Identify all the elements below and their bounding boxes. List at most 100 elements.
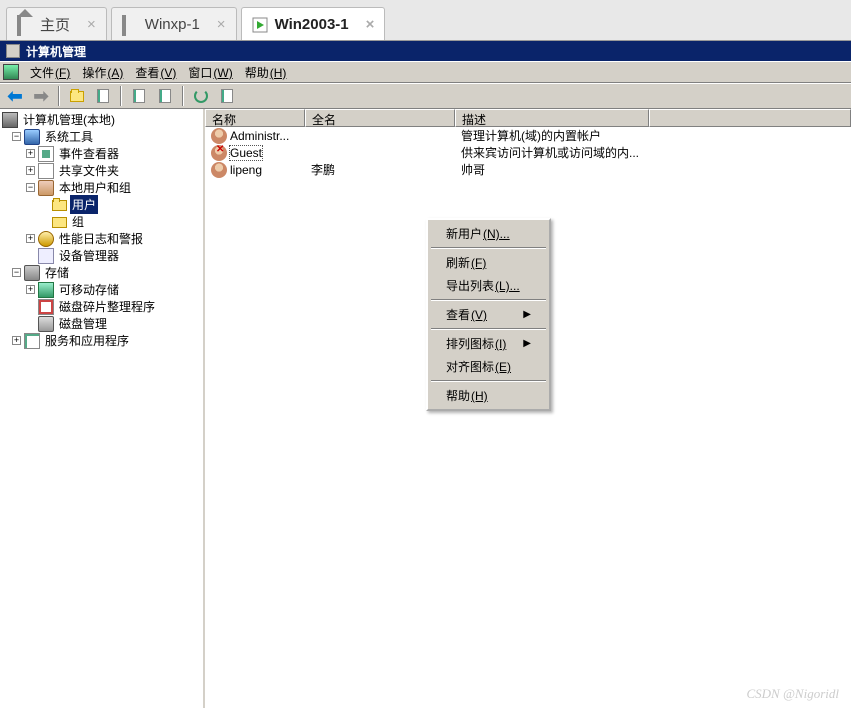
performance-icon (38, 231, 54, 247)
menu-bar: 文件(F) 操作(A) 查看(V) 窗口(W) 帮助(H) (0, 61, 851, 83)
play-icon (252, 17, 268, 33)
expand-icon[interactable]: + (26, 149, 35, 158)
expand-icon[interactable]: + (26, 285, 35, 294)
mmc-icon (3, 64, 19, 80)
expand-icon[interactable]: + (26, 234, 35, 243)
tree-event-viewer[interactable]: + 事件查看器 (0, 145, 203, 162)
close-icon[interactable]: × (87, 16, 96, 33)
show-hide-button[interactable] (92, 85, 114, 107)
close-icon[interactable]: × (366, 16, 375, 33)
col-fullname[interactable]: 全名 (305, 109, 455, 127)
list-header: 名称 全名 描述 (205, 109, 851, 127)
cm-refresh[interactable]: 刷新(F) (430, 251, 547, 274)
tree-root[interactable]: 计算机管理(本地) (0, 111, 203, 128)
back-button[interactable]: ⬅ (4, 85, 26, 107)
toolbar: ⬅ ➡ (0, 83, 851, 109)
tree-storage[interactable]: − 存储 (0, 264, 203, 281)
folder-open-icon (52, 200, 67, 211)
tree-removable[interactable]: + 可移动存储 (0, 281, 203, 298)
cm-arrange[interactable]: 排列图标(I)▶ (430, 332, 547, 355)
tab-label: 主页 (40, 14, 70, 35)
tree-local-users[interactable]: − 本地用户和组 (0, 179, 203, 196)
close-icon[interactable]: × (217, 16, 226, 33)
expand-icon[interactable]: + (12, 336, 21, 345)
refresh-icon (194, 89, 208, 103)
list-row[interactable]: Administr... 管理计算机(域)的内置帐户 (205, 127, 851, 144)
tree-groups[interactable]: 组 (0, 213, 203, 230)
cm-export[interactable]: 导出列表(L)... (430, 274, 547, 297)
user-icon (211, 128, 227, 144)
list-pane[interactable]: 名称 全名 描述 Administr... 管理计算机(域)的内置帐户 Gues… (205, 109, 851, 708)
tab-label: Win2003-1 (275, 16, 349, 33)
separator (120, 86, 122, 106)
removable-storage-icon (38, 282, 54, 298)
tree-pane[interactable]: 计算机管理(本地) − 系统工具 + 事件查看器 + 共享文件夹 − 本地用户和… (0, 109, 205, 708)
refresh-button[interactable] (190, 85, 212, 107)
separator (431, 299, 546, 301)
tab-home[interactable]: 主页 × (6, 7, 107, 40)
tree-defrag[interactable]: 磁盘碎片整理程序 (0, 298, 203, 315)
menu-help[interactable]: 帮助(H) (239, 62, 293, 83)
list-row[interactable]: lipeng 李鹏 帅哥 (205, 161, 851, 178)
user-disabled-icon (211, 145, 227, 161)
menu-window[interactable]: 窗口(W) (182, 62, 238, 83)
tab-win2003[interactable]: Win2003-1 × (241, 7, 386, 40)
tree-services-apps[interactable]: + 服务和应用程序 (0, 332, 203, 349)
separator (431, 247, 546, 249)
tree-perf-logs[interactable]: + 性能日志和警报 (0, 230, 203, 247)
cm-align[interactable]: 对齐图标(E) (430, 355, 547, 378)
menu-view[interactable]: 查看(V) (129, 62, 182, 83)
separator (431, 328, 546, 330)
expand-icon[interactable]: + (26, 166, 35, 175)
folder-up-icon (70, 91, 84, 102)
properties-button[interactable] (128, 85, 150, 107)
menu-action[interactable]: 操作(A) (76, 62, 129, 83)
list-body: Administr... 管理计算机(域)的内置帐户 Guest 供来宾访问计算… (205, 127, 851, 178)
help-button[interactable] (216, 85, 238, 107)
col-desc[interactable]: 描述 (455, 109, 649, 127)
device-manager-icon (38, 248, 54, 264)
tree-shared-folders[interactable]: + 共享文件夹 (0, 162, 203, 179)
menu-file[interactable]: 文件(F) (24, 62, 76, 83)
browser-tab-bar: 主页 × Winxp-1 × Win2003-1 × (0, 0, 851, 41)
folder-icon (52, 217, 67, 228)
defrag-icon (38, 299, 54, 315)
app-icon (6, 44, 20, 58)
help-icon (221, 89, 233, 103)
tree-system-tools[interactable]: − 系统工具 (0, 128, 203, 145)
export-button[interactable] (154, 85, 176, 107)
arrow-right-icon: ➡ (33, 86, 48, 107)
up-button[interactable] (66, 85, 88, 107)
home-icon (17, 17, 33, 33)
users-groups-icon (38, 180, 54, 196)
col-name[interactable]: 名称 (205, 109, 305, 127)
user-icon (211, 162, 227, 178)
storage-icon (24, 265, 40, 281)
properties-icon (133, 89, 145, 103)
services-icon (24, 333, 40, 349)
shared-folders-icon (38, 163, 54, 179)
tab-winxp[interactable]: Winxp-1 × (111, 7, 237, 40)
collapse-icon[interactable]: − (12, 132, 21, 141)
collapse-icon[interactable]: − (12, 268, 21, 277)
export-icon (159, 89, 171, 103)
tab-label: Winxp-1 (145, 16, 200, 33)
tree-device-mgr[interactable]: 设备管理器 (0, 247, 203, 264)
cm-new-user[interactable]: 新用户(N)... (430, 222, 547, 245)
col-empty[interactable] (649, 109, 851, 127)
cm-view[interactable]: 查看(V)▶ (430, 303, 547, 326)
separator (182, 86, 184, 106)
tree-users[interactable]: 用户 (0, 196, 203, 213)
forward-button[interactable]: ➡ (30, 85, 52, 107)
cm-help[interactable]: 帮助(H) (430, 384, 547, 407)
list-row[interactable]: Guest 供来宾访问计算机或访问域的内... (205, 144, 851, 161)
chevron-right-icon: ▶ (523, 309, 531, 320)
tree-disk-mgmt[interactable]: 磁盘管理 (0, 315, 203, 332)
separator (431, 380, 546, 382)
watermark: CSDN @Nigoridl (746, 686, 839, 702)
arrow-left-icon: ⬅ (7, 86, 22, 107)
computer-icon (2, 112, 18, 128)
panes-icon (97, 89, 109, 103)
window-title: 计算机管理 (26, 43, 86, 60)
collapse-icon[interactable]: − (26, 183, 35, 192)
